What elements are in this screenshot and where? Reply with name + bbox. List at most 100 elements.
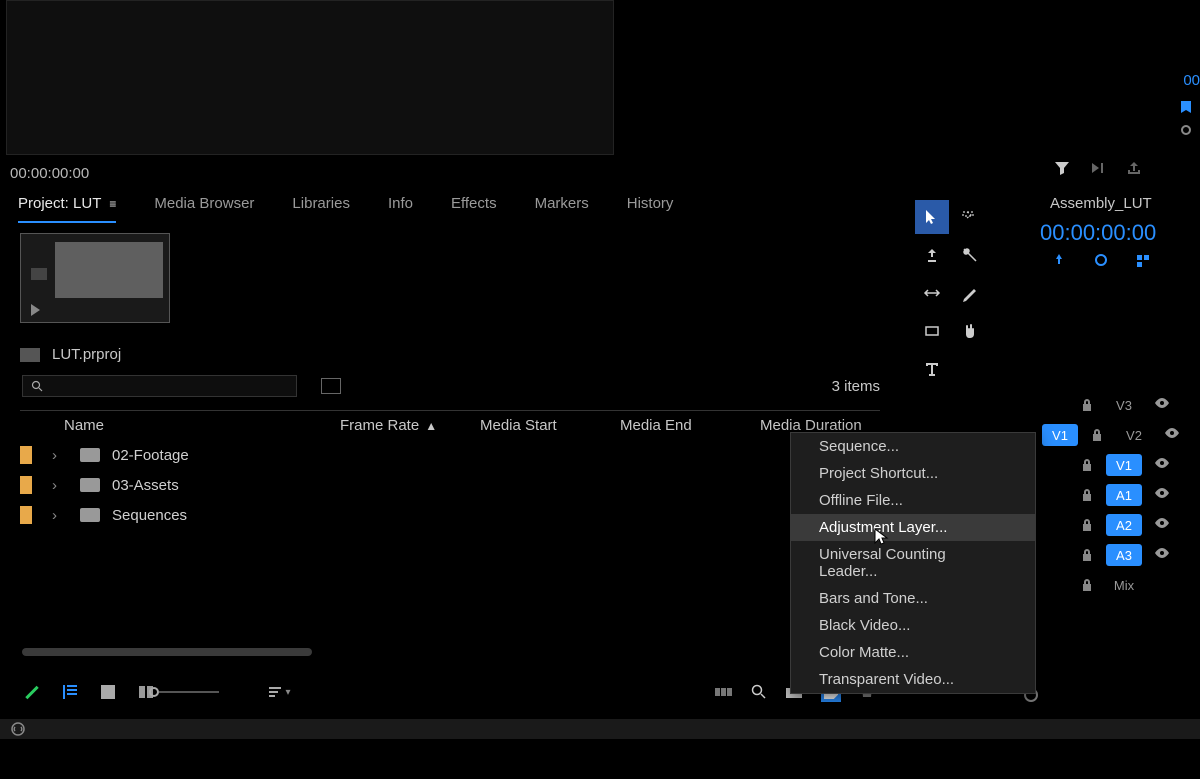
menu-item-bars-and-tone[interactable]: Bars and Tone... [791,585,1035,612]
table-row[interactable]: › Sequences [20,500,880,530]
column-name[interactable]: Name [20,417,340,434]
sort-dropdown[interactable]: ▾ [270,682,290,702]
ripple-edit-tool[interactable] [915,238,949,272]
creative-cloud-icon[interactable] [10,721,26,737]
step-forward-icon[interactable] [1090,160,1106,176]
type-tool[interactable] [915,352,949,386]
chevron-right-icon[interactable]: › [52,477,64,494]
project-search-row [22,375,341,397]
table-row[interactable]: › 03-Assets [20,470,880,500]
track-select-tool[interactable] [953,200,987,234]
track-label[interactable]: V2 [1116,424,1152,446]
menu-item-black-video[interactable]: Black Video... [791,612,1035,639]
track-row[interactable]: A1 [1020,480,1200,510]
sequence-timecode[interactable]: 00:00:00:00 [1020,220,1200,246]
track-row[interactable]: V3 [1020,390,1200,420]
menu-item-universal-counting-leader[interactable]: Universal Counting Leader... [791,541,1035,585]
circle-icon[interactable] [1180,124,1192,136]
panel-menu-icon[interactable]: ≡ [109,197,116,211]
razor-tool[interactable] [953,238,987,272]
zoom-slider[interactable] [174,682,194,702]
hand-tool[interactable] [953,314,987,348]
eye-icon[interactable] [1154,546,1170,564]
find-icon[interactable] [751,684,767,700]
lock-icon[interactable] [1080,548,1094,562]
project-file-row: LUT.prproj [20,346,121,363]
horizontal-scrollbar[interactable] [22,648,312,656]
track-source-label[interactable]: V1 [1042,424,1078,446]
snap-icon[interactable] [1050,252,1068,268]
table-row[interactable]: › 02-Footage [20,440,880,470]
track-label[interactable]: A1 [1106,484,1142,506]
new-bin-icon[interactable] [321,378,341,394]
timeline-tools [915,200,990,386]
lock-icon[interactable] [1080,518,1094,532]
chevron-right-icon[interactable]: › [52,507,64,524]
slip-tool[interactable] [915,276,949,310]
column-media-end[interactable]: Media End [620,417,760,434]
track-row[interactable]: A2 [1020,510,1200,540]
tab-history[interactable]: History [627,195,674,223]
column-framerate[interactable]: Frame Rate▲ [340,417,480,434]
track-label[interactable]: V3 [1106,394,1142,416]
menu-item-color-matte[interactable]: Color Matte... [791,639,1035,666]
pencil-icon[interactable] [22,682,42,702]
markers-icon[interactable] [1134,252,1152,268]
filter-icon[interactable] [1054,160,1070,176]
tab-libraries[interactable]: Libraries [292,195,350,223]
menu-item-sequence[interactable]: Sequence... [791,433,1035,460]
thumbnail-image [55,242,163,298]
column-media-start[interactable]: Media Start [480,417,620,434]
timeline-options [1020,252,1200,268]
tab-effects[interactable]: Effects [451,195,497,223]
eye-icon[interactable] [1164,426,1180,444]
table-header: Name Frame Rate▲ Media Start Media End M… [20,410,880,440]
pen-tool[interactable] [953,276,987,310]
tab-project[interactable]: Project: LUT≡ [18,195,116,223]
eye-icon[interactable] [1154,396,1170,414]
rectangle-tool[interactable] [915,314,949,348]
tab-markers[interactable]: Markers [535,195,589,223]
folder-icon [80,478,100,492]
linked-selection-icon[interactable] [1092,252,1110,268]
folder-icon [80,448,100,462]
marker-icon[interactable] [1178,100,1194,116]
automate-icon[interactable] [715,685,733,699]
monitor-toolbar [1054,160,1142,176]
menu-item-adjustment-layer[interactable]: Adjustment Layer... [791,514,1035,541]
sequence-name[interactable]: Assembly_LUT [1020,195,1200,212]
lock-icon[interactable] [1080,398,1094,412]
eye-icon[interactable] [1154,516,1170,534]
track-row[interactable]: V1 V2 [1020,420,1200,450]
lock-icon[interactable] [1080,458,1094,472]
lock-icon[interactable] [1080,578,1094,592]
icon-view-icon[interactable] [98,682,118,702]
timecode-display[interactable]: 00:00:00:00 [10,165,89,182]
track-label[interactable]: V1 [1106,454,1142,476]
camera-icon[interactable] [31,268,47,280]
label-color [20,506,32,524]
label-color [20,476,32,494]
tab-media-browser[interactable]: Media Browser [154,195,254,223]
menu-item-offline-file[interactable]: Offline File... [791,487,1035,514]
track-label[interactable]: Mix [1106,574,1142,596]
track-label[interactable]: A2 [1106,514,1142,536]
play-icon[interactable] [31,304,40,316]
lock-icon[interactable] [1080,488,1094,502]
list-view-icon[interactable] [60,682,80,702]
track-row[interactable]: V1 [1020,450,1200,480]
chevron-right-icon[interactable]: › [52,447,64,464]
selection-tool[interactable] [915,200,949,234]
menu-item-transparent-video[interactable]: Transparent Video... [791,666,1035,693]
eye-icon[interactable] [1154,456,1170,474]
tab-info[interactable]: Info [388,195,413,223]
search-input[interactable] [22,375,297,397]
track-row[interactable]: Mix [1020,570,1200,600]
label-color [20,446,32,464]
track-row[interactable]: A3 [1020,540,1200,570]
lock-icon[interactable] [1090,428,1104,442]
menu-item-project-shortcut[interactable]: Project Shortcut... [791,460,1035,487]
track-label[interactable]: A3 [1106,544,1142,566]
export-icon[interactable] [1126,160,1142,176]
eye-icon[interactable] [1154,486,1170,504]
